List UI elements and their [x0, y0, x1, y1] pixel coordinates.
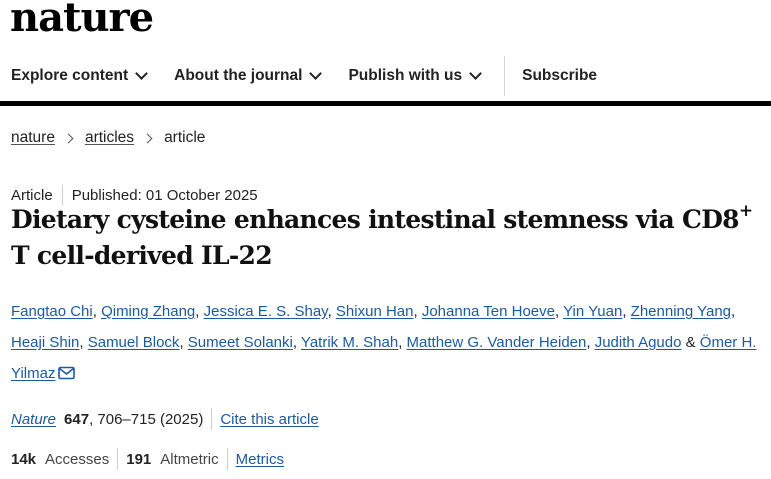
journal-link[interactable]: Nature — [11, 411, 56, 428]
author-link[interactable]: Shixun Han — [336, 303, 414, 320]
chevron-right-icon — [142, 133, 153, 143]
author-separator: , — [79, 334, 88, 351]
published-date: Published: 01 October 2025 — [71, 186, 258, 204]
nav-publish-with-us[interactable]: Publish with us — [348, 52, 482, 100]
author-separator: , — [92, 303, 102, 320]
article-title-main: Dietary cysteine enhances intestinal ste… — [11, 205, 740, 234]
metrics-link[interactable]: Metrics — [236, 451, 284, 468]
author-link[interactable]: Matthew G. Vander Heiden — [407, 334, 587, 351]
nav-divider — [504, 56, 506, 96]
author-separator: , — [179, 334, 188, 351]
author-separator: , — [413, 303, 422, 320]
chevron-down-icon — [135, 67, 149, 80]
nav-explore-content[interactable]: Explore content — [11, 52, 149, 100]
author-link[interactable]: Judith Agudo — [595, 334, 682, 351]
chevron-right-icon — [63, 133, 74, 143]
nav-publish-with-us-label: Publish with us — [348, 67, 463, 84]
breadcrumb-current: article — [164, 129, 206, 146]
nav-rule — [0, 101, 771, 106]
author-separator: , — [586, 334, 595, 351]
nav-subscribe-label: Subscribe — [522, 67, 598, 84]
author-separator: , — [398, 334, 407, 351]
nature-logo[interactable]: nature — [10, 0, 154, 42]
chevron-down-icon — [309, 67, 323, 80]
author-link[interactable]: Heaji Shin — [11, 334, 79, 351]
altmetric-label: Altmetric — [160, 450, 219, 468]
email-icon[interactable] — [58, 366, 76, 380]
author-link[interactable]: Yin Yuan — [563, 303, 622, 320]
article-type: Article — [11, 186, 53, 204]
article-metrics: 14k Accesses 191 Altmetric Metrics — [11, 448, 284, 470]
journal-pages-year: , 706–715 (2025) — [89, 410, 204, 428]
author-link[interactable]: Yatrik M. Shah — [301, 334, 398, 351]
article-title-superscript: + — [738, 200, 753, 221]
nav-about-journal-label: About the journal — [174, 67, 303, 84]
article-title-rest: T cell-derived IL-22 — [11, 241, 273, 270]
author-ampersand: & — [681, 334, 700, 351]
author-link[interactable]: Qiming Zhang — [101, 303, 195, 320]
citation: Nature 647 , 706–715 (2025) Cite this ar… — [11, 408, 319, 430]
author-separator: , — [195, 303, 204, 320]
cite-article-link[interactable]: Cite this article — [220, 411, 318, 428]
author-separator: , — [555, 303, 564, 320]
breadcrumb: nature articles article — [11, 128, 205, 148]
breadcrumb-articles[interactable]: articles — [85, 128, 134, 148]
author-link[interactable]: Johanna Ten Hoeve — [422, 303, 555, 320]
author-link[interactable]: Jessica E. S. Shay — [204, 303, 328, 320]
breadcrumb-nature[interactable]: nature — [11, 128, 55, 148]
author-link[interactable]: Zhenning Yang — [631, 303, 731, 320]
author-separator: , — [327, 303, 336, 320]
nav-subscribe[interactable]: Subscribe — [522, 52, 597, 100]
author-link[interactable]: Fangtao Chi — [11, 303, 93, 320]
author-link[interactable]: Samuel Block — [88, 334, 180, 351]
metrics-divider — [226, 448, 228, 470]
metrics-divider — [117, 448, 119, 470]
nav-explore-content-label: Explore content — [11, 67, 129, 84]
accesses-count: 14k — [11, 450, 37, 468]
author-separator: , — [292, 334, 301, 351]
citation-divider — [211, 408, 213, 430]
chevron-down-icon — [469, 67, 482, 80]
author-separator: , — [731, 303, 736, 320]
journal-volume: 647 — [64, 410, 90, 428]
author-list: Fangtao Chi, Qiming Zhang, Jessica E. S.… — [11, 296, 766, 389]
nav-about-journal[interactable]: About the journal — [174, 52, 323, 100]
article-title: Dietary cysteine enhances intestinal ste… — [11, 202, 771, 274]
author-link[interactable]: Sumeet Solanki — [188, 334, 293, 351]
author-separator: , — [622, 303, 631, 320]
main-nav: Explore content About the journal Publis… — [0, 52, 771, 100]
accesses-label: Accesses — [45, 450, 110, 468]
altmetric-count: 191 — [126, 450, 152, 468]
